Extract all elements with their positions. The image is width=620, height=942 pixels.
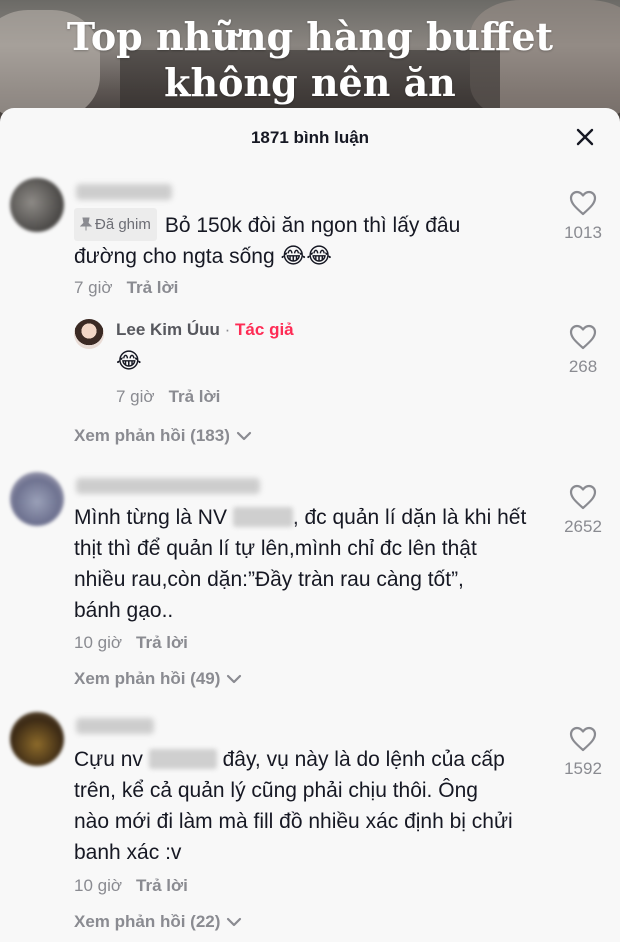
like-button[interactable]: 1013	[558, 190, 608, 243]
emoji: 😂	[116, 349, 142, 374]
comment-text: Đã ghim Bỏ 150k đòi ăn ngon thì lấy đâu đ…	[74, 208, 544, 272]
like-count: 268	[568, 357, 598, 376]
reply-author[interactable]: Lee Kim Úuu · Tác giả	[116, 320, 294, 340]
author-name: Lee Kim Úuu	[116, 320, 220, 339]
reply-button[interactable]: Trả lời	[169, 387, 221, 407]
reply-meta: 7 giờ Trả lời	[116, 387, 220, 407]
chevron-down-icon	[227, 917, 242, 927]
avatar[interactable]	[10, 712, 64, 766]
reply-button[interactable]: Trả lời	[136, 633, 188, 653]
avatar[interactable]	[10, 178, 64, 232]
chevron-down-icon	[227, 674, 242, 684]
view-replies-label: Xem phản hồi (183)	[74, 426, 230, 445]
like-count: 2652	[564, 517, 602, 536]
comments-panel: 1871 bình luận Đã ghim Bỏ 150k đòi ăn ngo…	[0, 108, 620, 942]
view-replies-label: Xem phản hồi (22)	[74, 912, 221, 931]
like-button[interactable]: 268	[558, 324, 608, 377]
emoji: 😂😂	[280, 244, 332, 269]
view-replies-button[interactable]: Xem phản hồi (22)	[74, 912, 242, 932]
like-button[interactable]: 1592	[558, 726, 608, 779]
comment-line: nhiều rau,còn dặn:”Đầy tràn rau càng tốt…	[74, 568, 464, 591]
comment-line: , đc quản lí dặn là khi hết	[292, 506, 527, 529]
comment-time: 10 giờ	[74, 633, 123, 652]
heart-outline-icon	[569, 324, 597, 350]
avatar[interactable]	[74, 319, 104, 349]
like-count: 1592	[564, 759, 602, 778]
comment-text: Cựu nv đây, vụ này là do lệnh của cấp tr…	[74, 744, 554, 868]
comment-line: banh xác :v	[74, 841, 182, 864]
username-redacted[interactable]	[76, 718, 154, 734]
redacted-word	[232, 507, 293, 527]
separator: ·	[224, 320, 231, 339]
like-button[interactable]: 2652	[558, 484, 608, 537]
comment-line: Cựu nv	[74, 748, 143, 771]
caption-line-2: không nên ăn	[164, 60, 456, 105]
redacted-word	[148, 749, 217, 769]
like-count: 1013	[564, 223, 602, 242]
reply-button[interactable]: Trả lời	[136, 876, 188, 896]
comment-meta: 10 giờ Trả lời	[74, 876, 188, 896]
username-redacted[interactable]	[76, 478, 260, 494]
comment-line: đây, vụ này là do lệnh của cấp	[222, 748, 505, 771]
comment-line: Mình từng là NV	[74, 506, 227, 529]
comment-meta: 10 giờ Trả lời	[74, 633, 188, 653]
avatar[interactable]	[10, 472, 64, 526]
author-tag: Tác giả	[235, 320, 294, 339]
heart-outline-icon	[569, 190, 597, 216]
pinned-badge: Đã ghim	[74, 208, 157, 241]
comment-line: đường cho ngta sống	[74, 245, 275, 268]
view-replies-button[interactable]: Xem phản hồi (183)	[74, 426, 252, 446]
comment-time: 7 giờ	[74, 278, 113, 297]
video-caption: Top những hàng buffet không nên ăn	[0, 14, 620, 106]
heart-outline-icon	[569, 484, 597, 510]
comment-time: 10 giờ	[74, 876, 123, 895]
view-replies-button[interactable]: Xem phản hồi (49)	[74, 669, 242, 689]
comment-line: Bỏ 150k đòi ăn ngon thì lấy đâu	[164, 214, 461, 237]
heart-outline-icon	[569, 726, 597, 752]
reply-text: 😂	[116, 346, 142, 377]
comment-meta: 7 giờ Trả lời	[74, 278, 178, 298]
username-redacted[interactable]	[76, 184, 172, 200]
pinned-label: Đã ghim	[95, 216, 151, 233]
close-icon	[576, 128, 594, 146]
pin-icon	[79, 217, 93, 231]
close-button[interactable]	[572, 124, 598, 150]
comment-line: trên, kể cả quản lý cũng phải chịu thôi.…	[74, 779, 478, 802]
chevron-down-icon	[236, 431, 251, 441]
view-replies-label: Xem phản hồi (49)	[74, 669, 221, 688]
comment-line: nào mới đi làm mà fill đồ nhiều xác định…	[74, 810, 513, 833]
panel-header: 1871 bình luận	[0, 108, 620, 166]
comment-line: bánh gạo..	[74, 599, 174, 622]
comment-line: thịt thì để quản lí tự lên,mình chỉ đc l…	[74, 537, 477, 560]
comment-text: Mình từng là NV , đc quản lí dặn là khi …	[74, 502, 554, 626]
caption-line-1: Top những hàng buffet	[66, 14, 554, 59]
reply-time: 7 giờ	[116, 387, 155, 406]
comment-count: 1871 bình luận	[250, 128, 370, 147]
reply-button[interactable]: Trả lời	[127, 278, 179, 298]
